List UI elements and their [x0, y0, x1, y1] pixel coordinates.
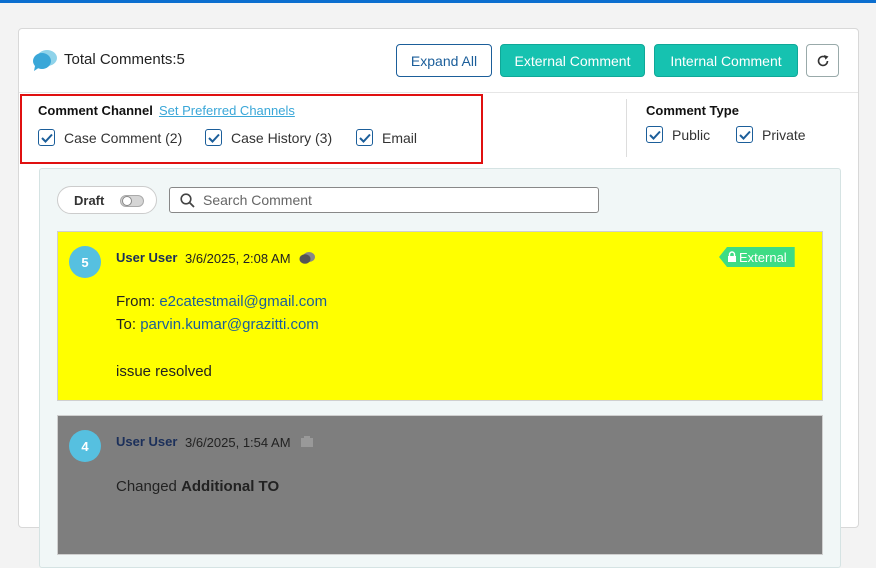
- to-email[interactable]: parvin.kumar@grazitti.com: [140, 316, 319, 333]
- comment-text-bold: Additional TO: [181, 478, 280, 495]
- draft-switch[interactable]: [120, 195, 144, 207]
- comment-to-line: To: parvin.kumar@grazitti.com: [116, 316, 319, 333]
- checkbox-checked-icon: [205, 129, 222, 146]
- internal-comment-button[interactable]: Internal Comment: [654, 44, 798, 77]
- comment-from-line: From: e2catestmail@gmail.com: [116, 293, 327, 310]
- filters-divider: [626, 99, 627, 157]
- comments-header: Total Comments:5 Expand All External Com…: [19, 29, 858, 93]
- expand-all-button[interactable]: Expand All: [396, 44, 492, 77]
- comment-text: Changed Additional TO: [116, 478, 279, 495]
- comment-author: User User: [116, 434, 178, 449]
- total-comments-label: Total Comments:: [64, 51, 177, 68]
- comment-text-prefix: Changed: [116, 478, 182, 495]
- checkbox-label: Public: [672, 126, 711, 143]
- checkbox-label: Private: [762, 126, 806, 143]
- draft-toggle[interactable]: Draft: [57, 186, 157, 214]
- type-checkbox-public[interactable]: Public: [646, 126, 710, 143]
- lock-icon: [728, 251, 736, 262]
- comment-text: issue resolved: [116, 363, 212, 380]
- filters-section: Comment Channel Set Preferred Channels C…: [19, 93, 858, 169]
- external-comment-button[interactable]: External Comment: [500, 44, 645, 77]
- comment-number-badge: 5: [69, 246, 101, 278]
- channel-checkbox-email[interactable]: Email: [356, 129, 417, 146]
- total-comments: Total Comments:5: [64, 51, 185, 68]
- top-accent-bar: [0, 0, 876, 3]
- comments-panel: Total Comments:5 Expand All External Com…: [18, 28, 859, 568]
- type-checkbox-private[interactable]: Private: [736, 126, 806, 143]
- checkbox-label: Case History (3): [231, 129, 333, 146]
- search-box: [169, 187, 599, 213]
- comment-author: User User: [116, 250, 178, 265]
- comment-channel-title: Comment Channel: [38, 103, 153, 118]
- comment-type-title: Comment Type: [646, 103, 739, 118]
- comment-card[interactable]: 5 User User 3/6/2025, 2:08 AM External F…: [57, 231, 823, 401]
- checkbox-checked-icon: [38, 129, 55, 146]
- to-label: To:: [116, 316, 137, 333]
- set-preferred-channels-link[interactable]: Set Preferred Channels: [159, 103, 295, 118]
- checkbox-checked-icon: [356, 129, 373, 146]
- checkbox-checked-icon: [736, 126, 753, 143]
- channel-checkbox-case-comment[interactable]: Case Comment (2): [38, 129, 182, 146]
- draft-label: Draft: [74, 192, 105, 208]
- checkbox-label: Case Comment (2): [64, 129, 183, 146]
- from-email[interactable]: e2catestmail@gmail.com: [159, 293, 327, 310]
- refresh-icon: [817, 54, 828, 66]
- chat-bubbles-icon: [33, 50, 57, 71]
- comment-date: 3/6/2025, 1:54 AM: [185, 435, 291, 450]
- comment-card[interactable]: 4 User User 3/6/2025, 1:54 AM Changed Ad…: [57, 415, 823, 555]
- refresh-button[interactable]: [806, 44, 839, 77]
- chat-icon: [299, 252, 315, 264]
- comment-number-badge: 4: [69, 430, 101, 462]
- external-tag: External: [719, 247, 795, 267]
- history-icon: [301, 436, 313, 447]
- search-icon: [180, 192, 195, 208]
- search-input[interactable]: [203, 192, 583, 208]
- checkbox-label: Email: [382, 129, 418, 146]
- switch-knob: [122, 196, 132, 206]
- comments-list-area: Draft 5 User User 3/6/2025, 2:08 AM: [39, 168, 841, 568]
- from-label: From:: [116, 293, 156, 310]
- comment-date: 3/6/2025, 2:08 AM: [185, 251, 291, 266]
- total-comments-count: 5: [176, 51, 185, 68]
- channel-checkbox-case-history[interactable]: Case History (3): [205, 129, 332, 146]
- external-tag-label: External: [739, 249, 787, 265]
- checkbox-checked-icon: [646, 126, 663, 143]
